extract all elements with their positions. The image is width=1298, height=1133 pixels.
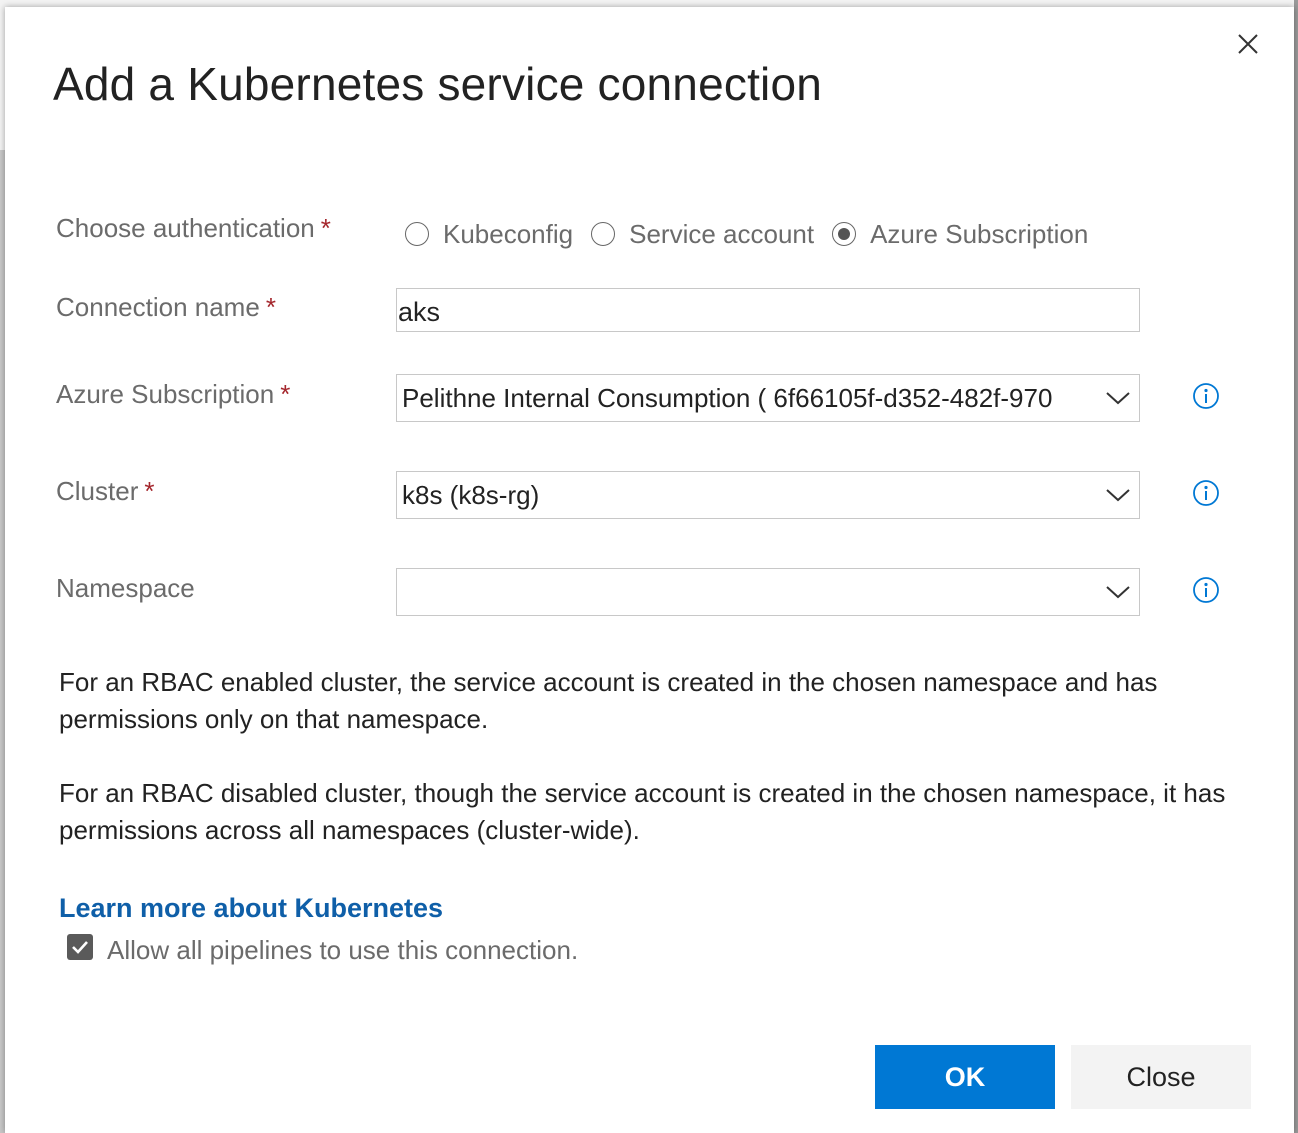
- radio-kubeconfig[interactable]: Kubeconfig: [405, 219, 573, 250]
- info-icon[interactable]: [1192, 576, 1220, 604]
- connection-name-input[interactable]: [397, 289, 1139, 331]
- allow-all-checkbox[interactable]: [67, 934, 93, 960]
- learn-more-link[interactable]: Learn more about Kubernetes: [59, 893, 443, 924]
- azure-subscription-label: Azure Subscription *: [56, 379, 290, 410]
- required-mark: *: [265, 292, 276, 322]
- radio-selected-dot: [838, 228, 851, 240]
- required-mark: *: [280, 379, 291, 409]
- radio-azure-subscription-label: Azure Subscription: [870, 218, 1089, 249]
- connection-name-label: Connection name *: [56, 292, 276, 323]
- azure-subscription-value: Pelithne Internal Consumption ( 6f66105f…: [402, 382, 1053, 413]
- info-icon[interactable]: [1192, 479, 1220, 507]
- service-connection-dialog: Add a Kubernetes service connection Choo…: [5, 7, 1294, 1133]
- auth-radio-group: Kubeconfig Service account Azure Subscri…: [405, 214, 1106, 254]
- chevron-down-icon: [1106, 489, 1130, 502]
- info-icon[interactable]: [1192, 382, 1220, 410]
- auth-label-text: Choose authentication: [56, 213, 315, 243]
- radio-kubeconfig-label: Kubeconfig: [443, 218, 574, 249]
- cluster-label-text: Cluster: [56, 476, 139, 506]
- background-scrollbar: [1294, 0, 1298, 1133]
- ok-button[interactable]: OK: [875, 1045, 1055, 1109]
- auth-label: Choose authentication *: [56, 213, 331, 244]
- radio-button-selected[interactable]: [832, 222, 857, 246]
- connection-name-field: [396, 288, 1140, 332]
- chevron-down-icon: [1106, 586, 1130, 599]
- rbac-enabled-help: For an RBAC enabled cluster, the service…: [59, 667, 1158, 734]
- close-button[interactable]: Close: [1071, 1045, 1251, 1109]
- namespace-label-text: Namespace: [56, 573, 195, 603]
- radio-azure-subscription[interactable]: Azure Subscription: [832, 219, 1088, 250]
- required-mark: *: [320, 213, 331, 243]
- connection-name-label-text: Connection name: [56, 292, 260, 322]
- dialog-title: Add a Kubernetes service connection: [53, 58, 823, 110]
- rbac-disabled-help: For an RBAC disabled cluster, though the…: [59, 778, 1226, 845]
- namespace-value: [402, 569, 1097, 615]
- required-mark: *: [144, 476, 155, 506]
- namespace-dropdown[interactable]: [396, 568, 1140, 616]
- cluster-dropdown[interactable]: k8s (k8s-rg): [396, 471, 1140, 519]
- radio-service-account[interactable]: Service account: [591, 219, 814, 250]
- radio-button[interactable]: [405, 222, 429, 246]
- close-icon[interactable]: [1233, 29, 1263, 59]
- radio-button[interactable]: [591, 222, 616, 246]
- azure-subscription-label-text: Azure Subscription: [56, 379, 275, 409]
- checkmark-icon: [72, 941, 88, 954]
- radio-service-account-label: Service account: [629, 218, 815, 249]
- allow-all-label: Allow all pipelines to use this connecti…: [107, 935, 579, 965]
- azure-subscription-dropdown[interactable]: Pelithne Internal Consumption ( 6f66105f…: [396, 374, 1140, 422]
- chevron-down-icon: [1106, 392, 1130, 405]
- cluster-label: Cluster *: [56, 476, 154, 507]
- namespace-label: Namespace: [56, 573, 195, 604]
- cluster-value: k8s (k8s-rg): [402, 479, 540, 510]
